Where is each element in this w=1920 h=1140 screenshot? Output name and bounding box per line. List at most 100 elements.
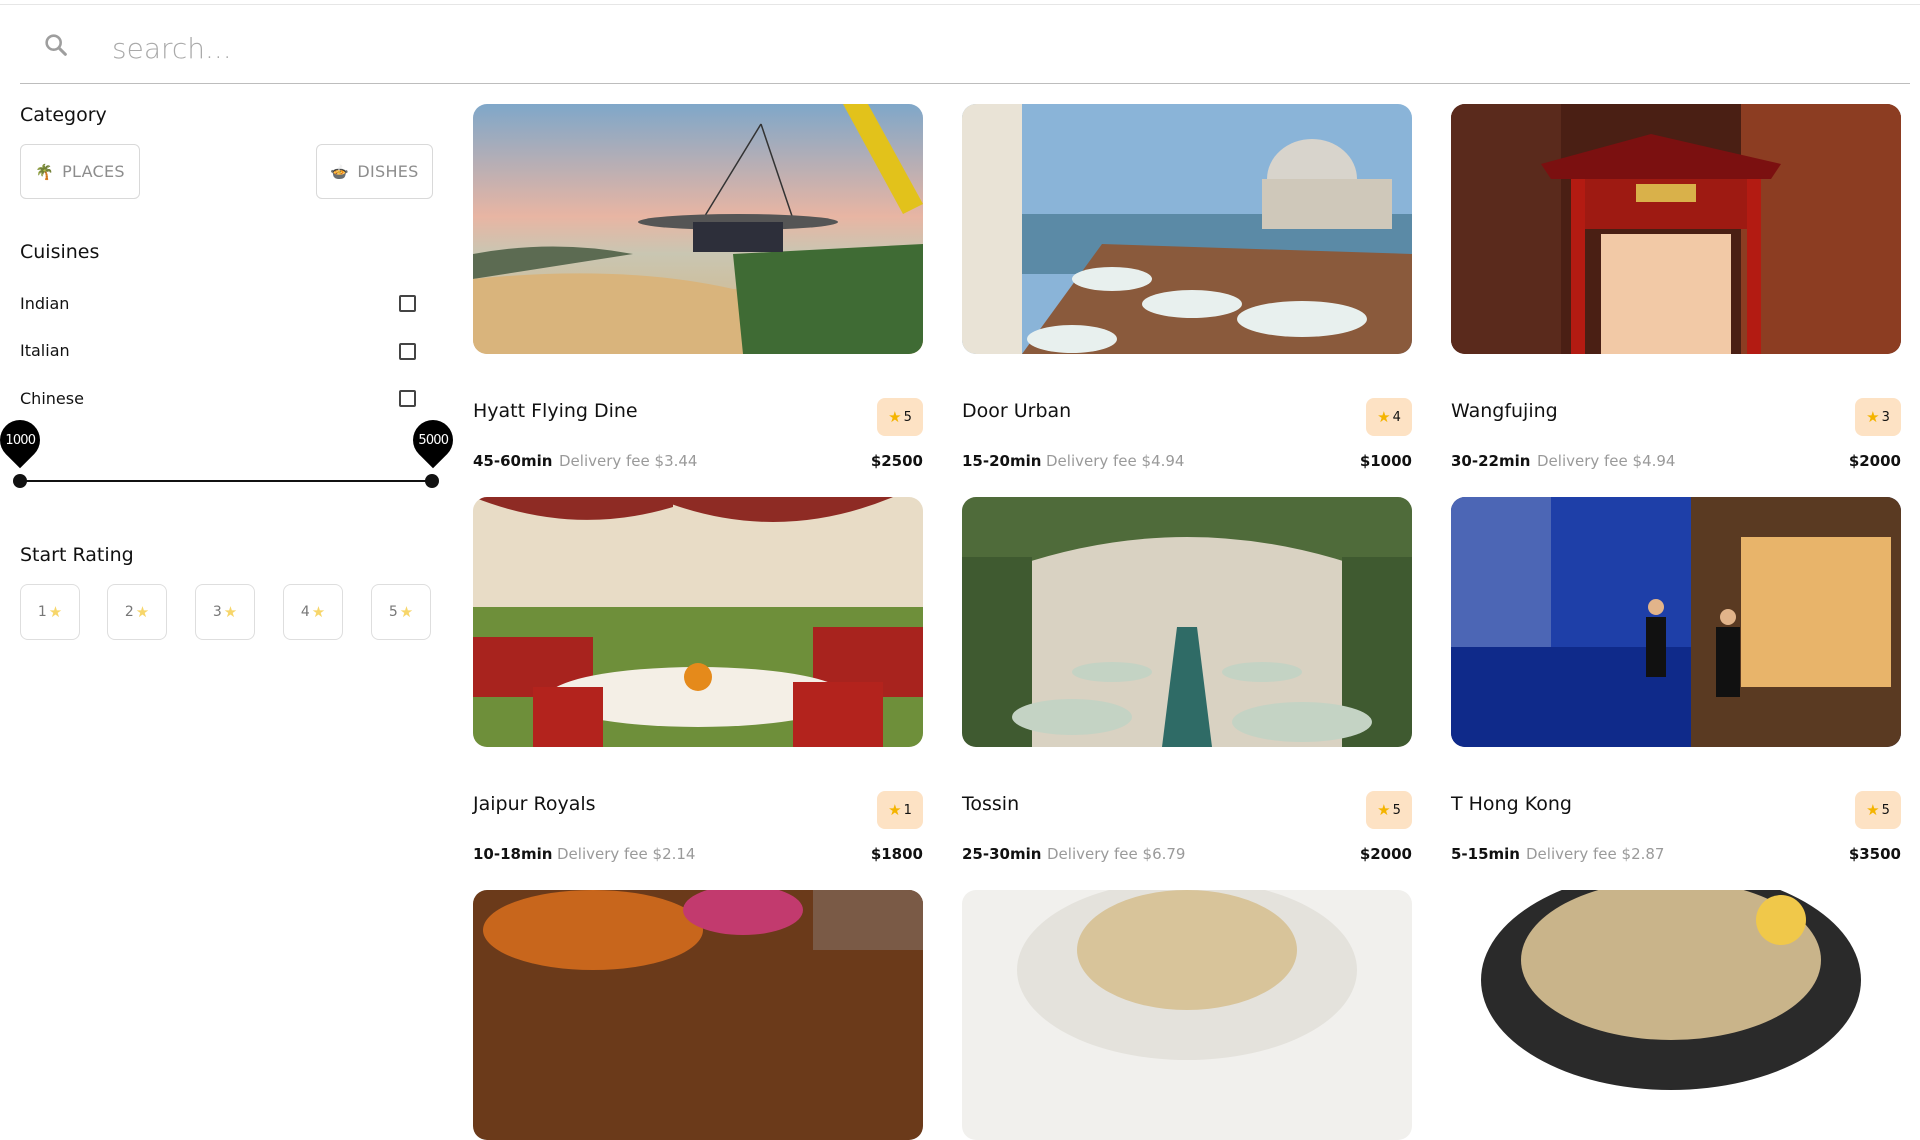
delivery-fee: Delivery fee $2.87 xyxy=(1526,845,1665,863)
category-heading: Category xyxy=(20,104,107,126)
rating-filter-label: 5 xyxy=(388,604,398,620)
rating-filter-3[interactable]: 3 ★ xyxy=(195,584,255,640)
star-icon: ★ xyxy=(48,603,63,621)
restaurant-name: Tossin xyxy=(962,793,1020,815)
restaurant-card[interactable]: T Hong Kong ★ 5 5-15min Delivery fee $2.8… xyxy=(1451,497,1901,863)
star-icon: ★ xyxy=(1377,801,1391,819)
restaurant-image xyxy=(473,497,923,747)
rating-filter-1[interactable]: 1 ★ xyxy=(20,584,80,640)
search-input[interactable] xyxy=(110,26,1814,70)
restaurant-name: Jaipur Royals xyxy=(473,793,596,815)
rating-badge: ★ 3 xyxy=(1855,398,1901,436)
search-bar xyxy=(20,18,1910,84)
rating-badge: ★ 4 xyxy=(1366,398,1412,436)
star-icon: ★ xyxy=(1866,408,1880,426)
rating-badge: ★ 5 xyxy=(1366,791,1412,829)
slider-min-handle[interactable] xyxy=(13,474,27,488)
cuisine-italian-checkbox[interactable] xyxy=(399,343,416,360)
palm-tree-icon: 🌴 xyxy=(35,162,55,181)
restaurant-name: Door Urban xyxy=(962,400,1072,422)
slider-max-value: 5000 xyxy=(418,432,448,448)
delivery-time: 15-20min xyxy=(962,452,1042,470)
restaurant-name: Hyatt Flying Dine xyxy=(473,400,638,422)
delivery-fee: Delivery fee $3.44 xyxy=(559,452,698,470)
delivery-fee: Delivery fee $2.14 xyxy=(557,845,696,863)
rating-filter-5[interactable]: 5 ★ xyxy=(371,584,431,640)
star-icon: ★ xyxy=(399,603,414,621)
star-icon: ★ xyxy=(311,603,326,621)
delivery-time: 25-30min xyxy=(962,845,1042,863)
delivery-fee: Delivery fee $4.94 xyxy=(1046,452,1185,470)
rating-badge: ★ 1 xyxy=(877,791,923,829)
search-icon[interactable] xyxy=(42,31,70,59)
cuisines-heading: Cuisines xyxy=(20,241,100,263)
restaurant-card[interactable]: Hyatt Flying Dine ★ 5 45-60min Delivery f… xyxy=(473,104,923,470)
rating-filter-label: 4 xyxy=(300,604,310,620)
restaurant-card[interactable]: Wangfujing ★ 3 30-22min Delivery fee $4.9… xyxy=(1451,104,1901,470)
rating-value: 5 xyxy=(1392,802,1401,818)
star-icon: ★ xyxy=(135,603,150,621)
rating-badge: ★ 5 xyxy=(1855,791,1901,829)
star-icon: ★ xyxy=(1866,801,1880,819)
slider-max-value-pin: 5000 xyxy=(404,411,462,469)
rating-value: 5 xyxy=(903,409,912,425)
restaurant-image xyxy=(1451,890,1901,1140)
rating-filter-label: 3 xyxy=(212,604,222,620)
rating-value: 4 xyxy=(1392,409,1401,425)
star-icon: ★ xyxy=(888,801,902,819)
rating-filter-4[interactable]: 4 ★ xyxy=(283,584,343,640)
star-icon: ★ xyxy=(1377,408,1391,426)
price: $3500 xyxy=(1848,845,1901,863)
restaurant-image xyxy=(962,890,1412,1140)
rating-value: 1 xyxy=(903,802,912,818)
rating-filter-label: 2 xyxy=(124,604,134,620)
category-dishes-button[interactable]: 🍲 DISHES xyxy=(316,144,433,199)
delivery-time: 45-60min xyxy=(473,452,553,470)
restaurant-image xyxy=(473,104,923,354)
price: $1000 xyxy=(1359,452,1412,470)
star-icon: ★ xyxy=(888,408,902,426)
category-places-button[interactable]: 🌴 PLACES xyxy=(20,144,140,199)
restaurant-name: T Hong Kong xyxy=(1451,793,1572,815)
restaurant-image xyxy=(962,104,1412,354)
restaurant-card[interactable] xyxy=(473,890,923,1140)
restaurant-card[interactable] xyxy=(1451,890,1901,1140)
slider-min-value-pin: 1000 xyxy=(0,411,49,469)
delivery-time: 5-15min xyxy=(1451,845,1520,863)
cuisine-indian-checkbox[interactable] xyxy=(399,295,416,312)
cuisine-indian-label: Indian xyxy=(20,294,70,313)
rating-badge: ★ 5 xyxy=(877,398,923,436)
rating-heading: Start Rating xyxy=(20,544,134,566)
rating-value: 5 xyxy=(1881,802,1890,818)
cuisine-italian-label: Italian xyxy=(20,341,70,360)
top-divider xyxy=(0,4,1920,5)
slider-track[interactable] xyxy=(20,480,433,482)
price: $1800 xyxy=(870,845,923,863)
restaurant-image xyxy=(962,497,1412,747)
delivery-fee: Delivery fee $4.94 xyxy=(1537,452,1676,470)
restaurant-image xyxy=(1451,497,1901,747)
rating-filter-2[interactable]: 2 ★ xyxy=(107,584,167,640)
restaurant-card[interactable] xyxy=(962,890,1412,1140)
price: $2500 xyxy=(870,452,923,470)
rating-value: 3 xyxy=(1881,409,1890,425)
restaurant-name: Wangfujing xyxy=(1451,400,1558,422)
cuisine-chinese-label: Chinese xyxy=(20,389,84,408)
restaurant-image xyxy=(473,890,923,1140)
category-places-label: PLACES xyxy=(62,162,125,181)
restaurant-image xyxy=(1451,104,1901,354)
delivery-time: 10-18min xyxy=(473,845,553,863)
delivery-fee: Delivery fee $6.79 xyxy=(1047,845,1186,863)
cuisine-chinese-checkbox[interactable] xyxy=(399,390,416,407)
price: $2000 xyxy=(1848,452,1901,470)
slider-min-value: 1000 xyxy=(5,432,35,448)
food-bowl-icon: 🍲 xyxy=(330,162,350,181)
restaurant-card[interactable]: Door Urban ★ 4 15-20min Delivery fee $4.9… xyxy=(962,104,1412,470)
restaurant-card[interactable]: Tossin ★ 5 25-30min Delivery fee $6.79 $2… xyxy=(962,497,1412,863)
category-dishes-label: DISHES xyxy=(357,162,419,181)
price: $2000 xyxy=(1359,845,1412,863)
star-icon: ★ xyxy=(223,603,238,621)
slider-max-handle[interactable] xyxy=(425,474,439,488)
delivery-time: 30-22min xyxy=(1451,452,1531,470)
restaurant-card[interactable]: Jaipur Royals ★ 1 10-18min Delivery fee $… xyxy=(473,497,923,863)
